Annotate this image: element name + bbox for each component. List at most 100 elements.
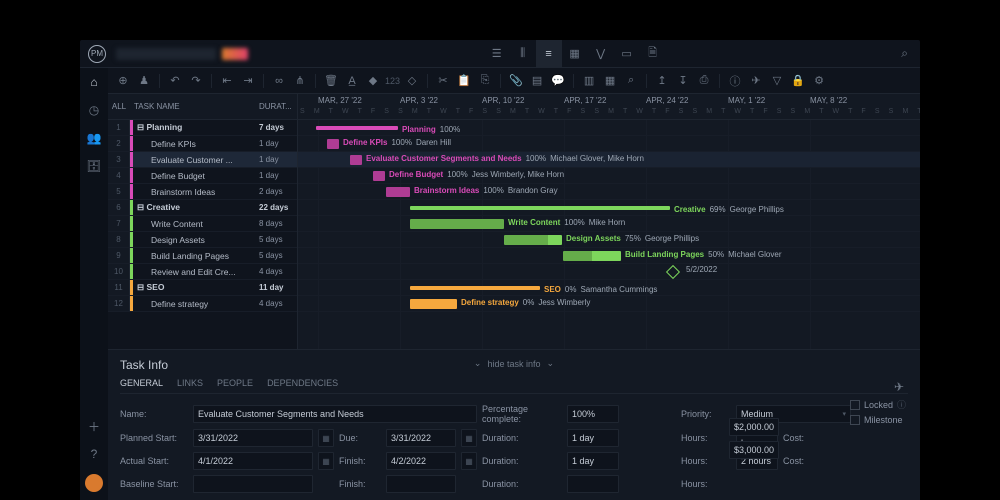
col-header-name[interactable]: TASK NAME <box>130 102 259 111</box>
gantt-bar[interactable]: Evaluate Customer Segments and Needs 100… <box>350 155 362 165</box>
field-baseline-duration[interactable] <box>567 475 619 493</box>
task-row[interactable]: 11 ⊟ SEO 11 day <box>108 280 297 296</box>
paste-icon[interactable]: 📋 <box>455 72 473 90</box>
note-icon[interactable]: ▤ <box>528 72 546 90</box>
gantt-bar[interactable]: Define Budget 100% Jess Wimberly, Mike H… <box>373 171 385 181</box>
calendar-icon[interactable]: ▦ <box>461 452 477 470</box>
briefcase-icon[interactable]: 🗄 <box>86 158 102 174</box>
milestone-checkbox[interactable]: Milestone <box>850 415 906 425</box>
send-icon[interactable]: ✈ <box>747 72 765 90</box>
task-row[interactable]: 2 Define KPIs 1 day <box>108 136 297 152</box>
view-calendar-icon[interactable]: ▭ <box>614 40 640 68</box>
tab-general[interactable]: GENERAL <box>120 378 163 388</box>
timeline-row[interactable]: Define Budget 100% Jess Wimberly, Mike H… <box>298 168 920 184</box>
field-duration-planned[interactable]: 1 day <box>567 429 619 447</box>
copy-icon[interactable]: ⎘ <box>476 72 494 90</box>
milestone-diamond[interactable] <box>666 265 680 279</box>
columns-icon[interactable]: ▥ <box>580 72 598 90</box>
timeline-row[interactable]: Build Landing Pages 50% Michael Glover <box>298 248 920 264</box>
search-icon[interactable]: ⌕ <box>901 46 908 61</box>
gantt-bar[interactable]: Brainstorm Ideas 100% Brandon Gray <box>386 187 410 197</box>
undo-icon[interactable]: ↶ <box>166 72 184 90</box>
attachment-icon[interactable]: 📎 <box>507 72 525 90</box>
task-row[interactable]: 10 Review and Edit Cre... 4 days <box>108 264 297 280</box>
field-percent[interactable]: 100% <box>567 405 619 423</box>
link-icon[interactable]: ∞ <box>270 72 288 90</box>
print-icon[interactable]: ⎙ <box>695 72 713 90</box>
timeline-row[interactable]: Write Content 100% Mike Horn <box>298 216 920 232</box>
gantt-bar[interactable]: Define strategy 0% Jess Wimberly <box>410 299 457 309</box>
filter-icon[interactable]: ▽ <box>768 72 786 90</box>
gantt-bar[interactable]: Build Landing Pages 50% Michael Glover <box>563 251 621 261</box>
tab-dependencies[interactable]: DEPENDENCIES <box>267 378 338 388</box>
gantt-bar[interactable]: Define KPIs 100% Daren Hill <box>327 139 339 149</box>
timeline-row[interactable]: Define KPIs 100% Daren Hill <box>298 136 920 152</box>
task-row[interactable]: 8 Design Assets 5 days <box>108 232 297 248</box>
timeline-row[interactable]: Define strategy 0% Jess Wimberly <box>298 296 920 312</box>
timeline-row[interactable]: Evaluate Customer Segments and Needs 100… <box>298 152 920 168</box>
view-gantt-icon[interactable]: ≡ <box>536 40 562 68</box>
view-sheet-icon[interactable]: ▦ <box>562 40 588 68</box>
add-task-icon[interactable]: ⊕ <box>114 72 132 90</box>
paper-plane-icon[interactable]: ✈ <box>894 380 904 394</box>
tab-people[interactable]: PEOPLE <box>217 378 253 388</box>
comment-icon[interactable]: 💬 <box>549 72 567 90</box>
field-finish[interactable]: 4/2/2022 <box>386 452 456 470</box>
settings-icon[interactable]: ⚙ <box>810 72 828 90</box>
timeline-row[interactable]: Creative 69% George Phillips <box>298 200 920 216</box>
timeline-row[interactable]: Brainstorm Ideas 100% Brandon Gray <box>298 184 920 200</box>
help-icon[interactable]: ? <box>86 446 102 462</box>
timeline-area[interactable]: MAR, 27 '22APR, 3 '22APR, 10 '22APR, 17 … <box>298 94 920 349</box>
unlink-icon[interactable]: ⋔ <box>291 72 309 90</box>
export-icon[interactable]: ↥ <box>653 72 671 90</box>
task-row[interactable]: 12 Define strategy 4 days <box>108 296 297 312</box>
col-header-duration[interactable]: DURAT... <box>259 102 297 111</box>
gantt-bar[interactable]: Design Assets 75% George Phillips <box>504 235 562 245</box>
clock-icon[interactable]: ◷ <box>86 102 102 118</box>
view-board-icon[interactable]: ⫼ <box>510 40 536 68</box>
field-cost-actual[interactable]: $3,000.00 <box>729 441 779 459</box>
timeline-row[interactable]: Planning 100% <box>298 120 920 136</box>
gantt-bar[interactable]: Write Content 100% Mike Horn <box>410 219 504 229</box>
import-icon[interactable]: ↧ <box>674 72 692 90</box>
calendar-icon[interactable]: ▦ <box>461 429 477 447</box>
view-list-icon[interactable]: ☰ <box>484 40 510 68</box>
field-duration-actual[interactable]: 1 day <box>567 452 619 470</box>
home-icon[interactable]: ⌂ <box>86 74 102 90</box>
timeline-row[interactable]: SEO 0% Samantha Cummings <box>298 280 920 296</box>
user-avatar[interactable] <box>85 474 103 492</box>
field-baseline-finish[interactable] <box>386 475 456 493</box>
field-planned-start[interactable]: 3/31/2022 <box>193 429 313 447</box>
info-icon[interactable]: ⓘ <box>726 72 744 90</box>
view-file-icon[interactable]: 🗎 <box>640 40 666 68</box>
task-row[interactable]: 6 ⊟ Creative 22 days <box>108 200 297 216</box>
text-style-icon[interactable]: A̲ <box>343 72 361 90</box>
col-header-all[interactable]: ALL <box>108 102 130 111</box>
task-row[interactable]: 5 Brainstorm Ideas 2 days <box>108 184 297 200</box>
tag-icon[interactable]: ◇ <box>403 72 421 90</box>
view-activity-icon[interactable]: ⋁ <box>588 40 614 68</box>
outdent-icon[interactable]: ⇤ <box>218 72 236 90</box>
zoom-icon[interactable]: ⌕ <box>622 72 640 90</box>
field-actual-start[interactable]: 4/1/2022 <box>193 452 313 470</box>
calendar-icon[interactable]: ▦ <box>318 452 334 470</box>
locked-checkbox[interactable]: Locked ⓘ <box>850 398 906 411</box>
app-logo[interactable]: PM <box>88 45 106 63</box>
redo-icon[interactable]: ↷ <box>187 72 205 90</box>
calendar-icon[interactable]: ▦ <box>318 429 334 447</box>
tab-links[interactable]: LINKS <box>177 378 203 388</box>
field-cost-planned[interactable]: $2,000.00 <box>729 418 779 436</box>
gantt-bar[interactable]: SEO 0% Samantha Cummings <box>410 286 540 290</box>
people-icon[interactable]: 👥 <box>86 130 102 146</box>
grid-icon[interactable]: ▦ <box>601 72 619 90</box>
task-row[interactable]: 4 Define Budget 1 day <box>108 168 297 184</box>
gantt-bar[interactable]: Creative 69% George Phillips <box>410 206 670 210</box>
delete-icon[interactable]: 🗑 <box>322 72 340 90</box>
task-row[interactable]: 9 Build Landing Pages 5 days <box>108 248 297 264</box>
task-row[interactable]: 3 Evaluate Customer ... 1 day <box>108 152 297 168</box>
lock-icon[interactable]: 🔒 <box>789 72 807 90</box>
field-baseline-start[interactable] <box>193 475 313 493</box>
gantt-bar[interactable]: Planning 100% <box>316 126 398 130</box>
add-person-icon[interactable]: ♟ <box>135 72 153 90</box>
field-name[interactable]: Evaluate Customer Segments and Needs <box>193 405 477 423</box>
